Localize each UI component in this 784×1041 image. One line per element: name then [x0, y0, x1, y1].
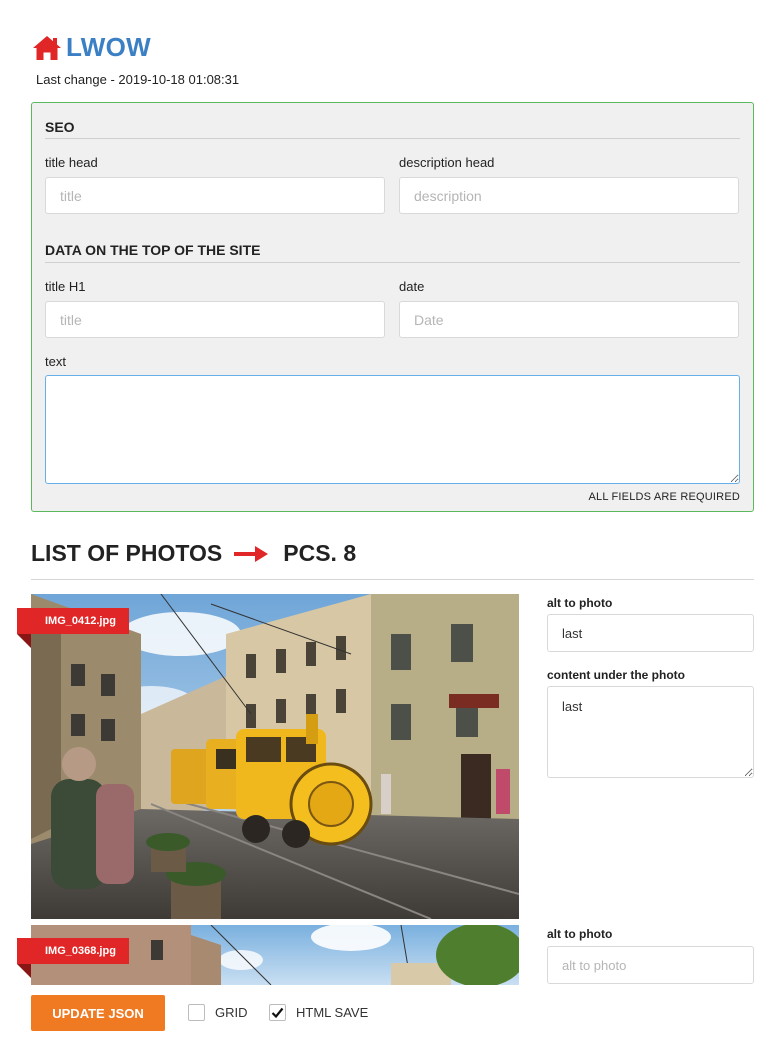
arrow-right-icon — [234, 545, 269, 562]
alt-to-photo-label: alt to photo — [547, 596, 613, 610]
page-header: LWOW — [31, 32, 151, 63]
title-head-label: title head — [45, 155, 98, 170]
text-textarea[interactable] — [45, 375, 740, 484]
required-fields-note: ALL FIELDS ARE REQUIRED — [588, 491, 740, 503]
checkmark-icon — [271, 1007, 284, 1019]
photo-preview[interactable] — [31, 594, 519, 919]
date-label: date — [399, 279, 425, 294]
content-under-photo-label: content under the photo — [547, 668, 685, 682]
alt-to-photo-label: alt to photo — [547, 927, 613, 941]
text-label: text — [45, 354, 66, 369]
alt-to-photo-input[interactable] — [547, 946, 754, 984]
grid-checkbox[interactable] — [188, 1004, 205, 1021]
divider — [45, 138, 740, 139]
photo-filename-tag: IMG_0368.jpg — [17, 938, 129, 964]
grid-label: GRID — [215, 1005, 248, 1020]
description-head-label: description head — [399, 155, 495, 170]
photos-list-title: LIST OF PHOTOS — [31, 540, 223, 566]
title-h1-input[interactable] — [45, 301, 385, 338]
last-change-timestamp: Last change - 2019-10-18 01:08:31 — [36, 72, 240, 87]
top-data-section-title: DATA ON THE TOP OF THE SITE — [45, 242, 261, 258]
page-settings-panel: SEO title head description head DATA ON … — [31, 102, 754, 512]
alt-to-photo-input[interactable] — [547, 614, 754, 652]
update-json-button[interactable]: UPDATE JSON — [31, 995, 165, 1031]
tag-fold — [17, 634, 31, 648]
date-input[interactable] — [399, 301, 739, 338]
page-title: LWOW — [66, 32, 151, 62]
html-save-checkbox-group[interactable]: HTML SAVE — [269, 1004, 368, 1021]
home-icon[interactable] — [31, 34, 63, 62]
divider — [31, 579, 754, 580]
photos-list-header: LIST OF PHOTOS PCS. 8 — [31, 540, 356, 567]
description-head-input[interactable] — [399, 177, 739, 214]
title-h1-label: title H1 — [45, 279, 86, 294]
content-under-photo-textarea[interactable]: last — [547, 686, 754, 778]
html-save-checkbox[interactable] — [269, 1004, 286, 1021]
seo-section-title: SEO — [45, 119, 75, 135]
tag-fold — [17, 964, 31, 978]
title-head-input[interactable] — [45, 177, 385, 214]
divider — [45, 262, 740, 263]
html-save-label: HTML SAVE — [296, 1005, 369, 1020]
photo-filename-tag: IMG_0412.jpg — [17, 608, 129, 634]
grid-checkbox-group[interactable]: GRID — [188, 1004, 248, 1021]
photos-count: PCS. 8 — [283, 540, 357, 566]
